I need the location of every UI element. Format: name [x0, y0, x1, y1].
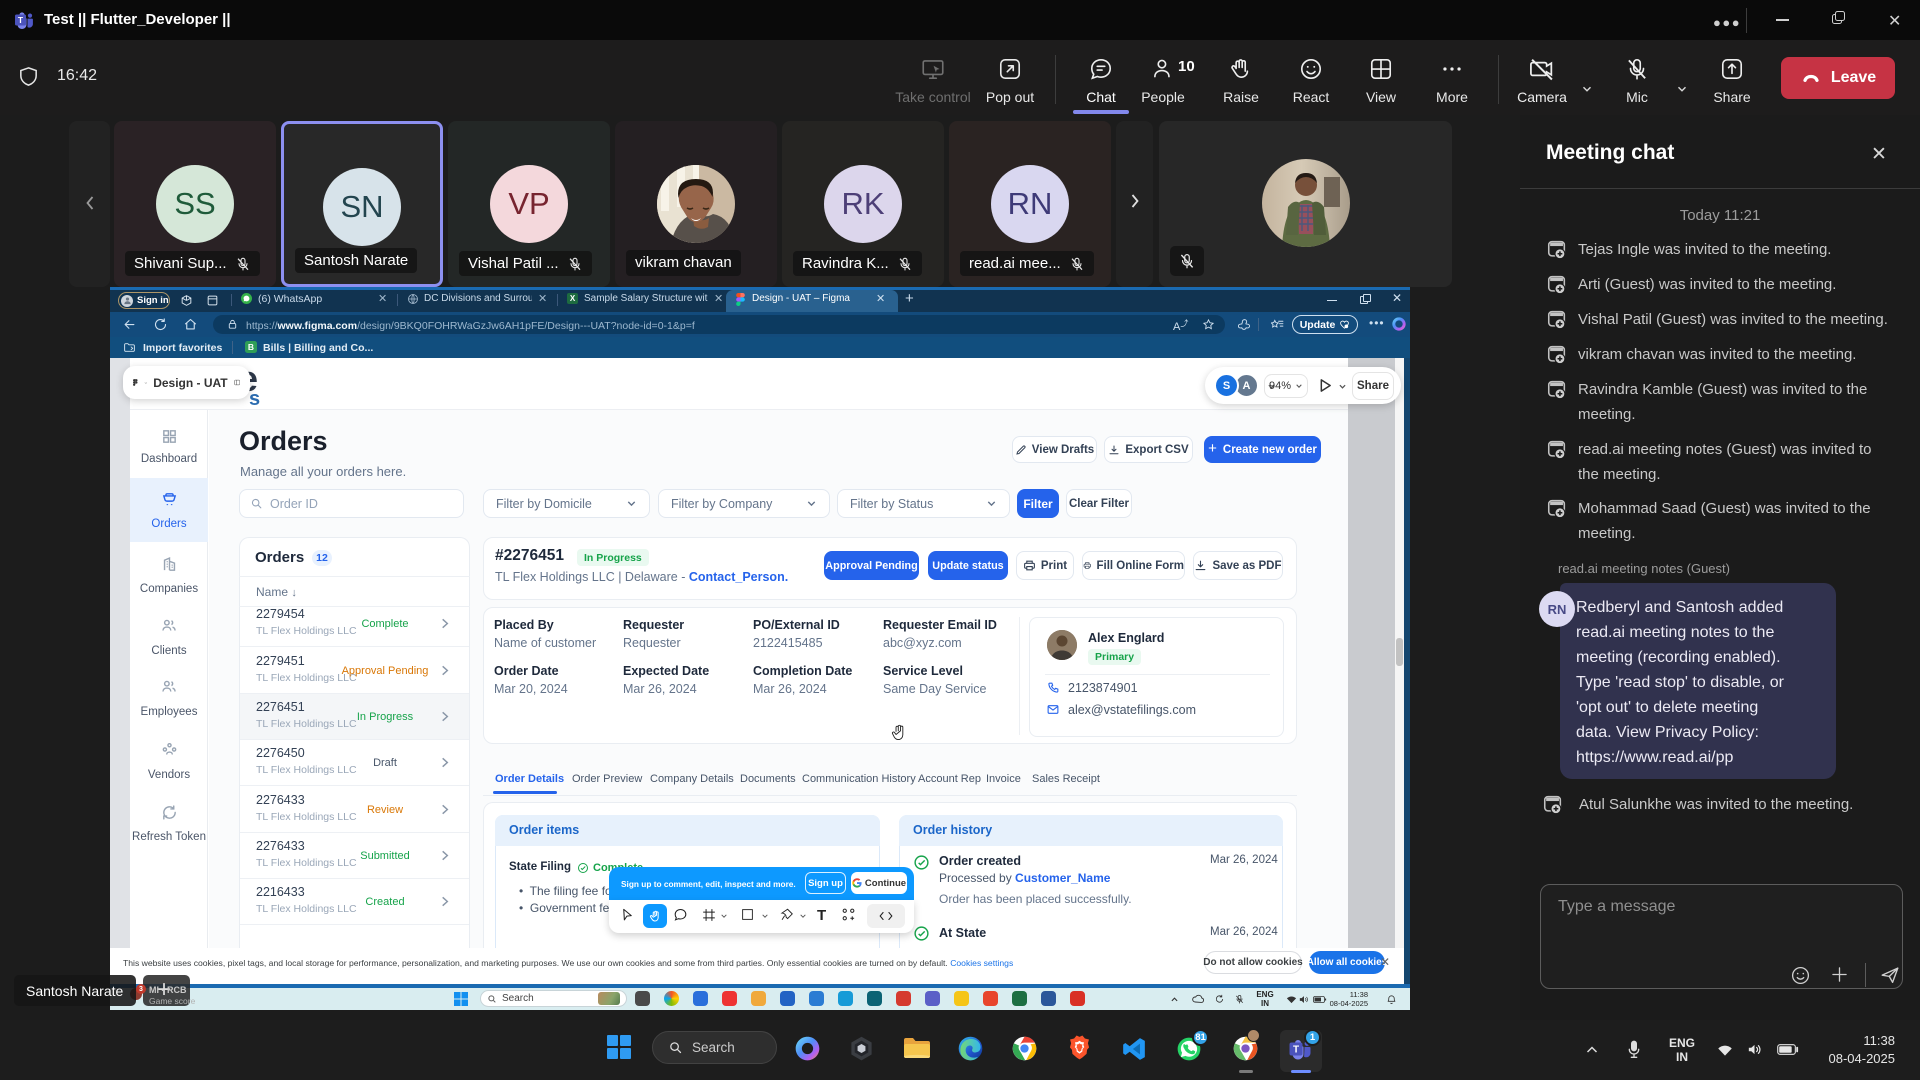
- svg-text:T: T: [18, 15, 24, 25]
- svg-text:T: T: [1293, 1045, 1299, 1056]
